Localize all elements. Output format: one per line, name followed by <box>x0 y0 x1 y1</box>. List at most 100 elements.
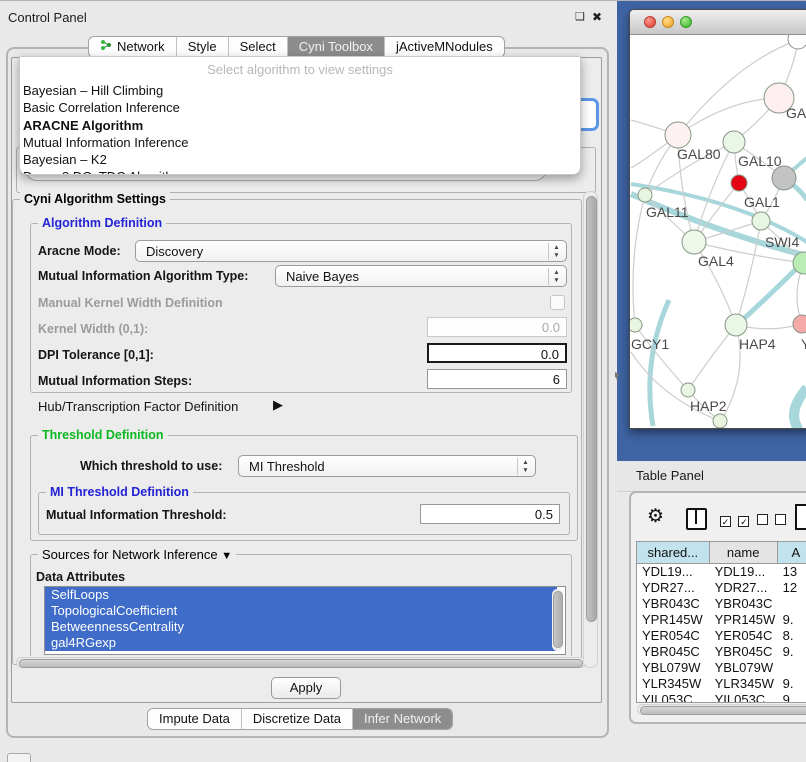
table-panel-title: Table Panel <box>636 468 704 483</box>
kernel-width-field[interactable]: 0.0 <box>427 317 567 337</box>
table-row[interactable]: YDL19...YDL19...13 <box>637 564 806 580</box>
mi-type-label: Mutual Information Algorithm Type: <box>38 269 248 283</box>
manual-kernel-checkbox[interactable] <box>550 295 565 310</box>
data-attribute-item[interactable]: BetweennessCentrality <box>45 619 557 635</box>
tab-jactivemnodules[interactable]: jActiveMNodules <box>385 37 504 57</box>
network-node[interactable] <box>772 166 796 190</box>
network-node-gal4[interactable] <box>682 230 706 254</box>
close-traffic-light-icon[interactable] <box>644 16 656 28</box>
algorithm-definition-title: Algorithm Definition <box>38 216 166 230</box>
data-attributes-list[interactable]: SelfLoopsTopologicalCoefficientBetweenne… <box>44 586 566 655</box>
minimize-traffic-light-icon[interactable] <box>662 16 674 28</box>
threshold-group-title: Threshold Definition <box>38 428 168 442</box>
node-label: GCY1 <box>631 336 669 352</box>
tab-cyni-toolbox[interactable]: Cyni Toolbox <box>288 37 385 57</box>
network-node-y[interactable] <box>793 315 806 333</box>
network-icon <box>100 37 112 57</box>
aracne-mode-label: Aracne Mode: <box>38 244 121 258</box>
network-node-gal10[interactable] <box>723 131 745 153</box>
tab-style[interactable]: Style <box>177 37 229 57</box>
settings-h-scrollbar[interactable] <box>16 657 586 668</box>
cyni-settings-title: Cyni Algorithm Settings <box>20 192 170 206</box>
network-node-gal11[interactable] <box>638 188 652 202</box>
network-node-gal80[interactable] <box>665 122 691 148</box>
algorithm-option[interactable]: Bayesian – K2 <box>21 151 580 168</box>
aracne-mode-combo[interactable]: Discovery ▲▼ <box>135 240 567 262</box>
network-node[interactable] <box>731 175 747 191</box>
network-edge[interactable] <box>794 388 806 428</box>
gear-icon[interactable]: ⚙ <box>647 505 664 528</box>
table-row[interactable]: YBR045CYBR045C9. <box>637 644 806 660</box>
network-node-gal1[interactable] <box>752 212 770 230</box>
float-panel-icon[interactable]: ❑ <box>575 10 585 23</box>
table-row[interactable]: YDR27...YDR27...12 <box>637 580 806 596</box>
network-window-titlebar[interactable] <box>630 10 806 35</box>
columns-icon[interactable] <box>686 508 707 530</box>
table-row[interactable]: YBR043CYBR043C <box>637 596 806 612</box>
column-header-A[interactable]: A <box>778 542 806 564</box>
table-row[interactable]: YPR145WYPR145W9. <box>637 612 806 628</box>
file-icon[interactable] <box>795 504 806 530</box>
network-node-gcy1[interactable] <box>630 318 642 332</box>
column-header-shared...[interactable]: shared... <box>637 542 710 564</box>
algorithm-option[interactable]: Dream8 DC_TDC Algorithm <box>21 168 580 175</box>
network-edge[interactable] <box>650 300 669 426</box>
table-row[interactable]: YLR345WYLR345W9. <box>637 676 806 692</box>
network-graph[interactable]: GALGAL80GAL10GAL11GAL1SWI4GAL4GCY1HAP4YH… <box>630 35 806 428</box>
node-label: GAL80 <box>677 146 721 162</box>
mi-steps-label: Mutual Information Steps: <box>38 374 192 388</box>
network-edge[interactable] <box>739 263 802 323</box>
data-attribute-item[interactable]: SelfLoops <box>45 587 557 603</box>
network-node-hap4[interactable] <box>725 314 747 336</box>
data-attribute-item[interactable]: gal4RGexp <box>45 635 557 651</box>
hub-section-label[interactable]: Hub/Transcription Factor Definition <box>38 399 238 414</box>
node-label: HAP4 <box>739 336 776 352</box>
dropdown-items: Bayesian – Hill ClimbingBasic Correlatio… <box>20 82 580 175</box>
collapse-arrow-icon[interactable]: ▼ <box>221 550 232 562</box>
node-label: GAL <box>786 105 806 121</box>
algorithm-option[interactable]: Bayesian – Hill Climbing <box>21 82 580 99</box>
close-panel-icon[interactable]: ✖ <box>592 10 602 24</box>
network-edge[interactable] <box>635 325 688 390</box>
bottom-tab-discretize-data[interactable]: Discretize Data <box>242 709 353 729</box>
bottom-tab-impute-data[interactable]: Impute Data <box>148 709 242 729</box>
spinner-arrows-icon[interactable]: ▲▼ <box>548 268 564 285</box>
unchecked-boxes-icon[interactable] <box>757 512 786 530</box>
checked-boxes-icon[interactable]: ✓ ✓ <box>720 512 749 530</box>
mi-type-combo[interactable]: Naive Bayes ▲▼ <box>275 265 567 287</box>
algorithm-option[interactable]: Mutual Information Inference <box>21 134 580 151</box>
tab-network[interactable]: Network <box>89 37 177 57</box>
column-header-name[interactable]: name <box>710 542 778 564</box>
table-h-scrollbar[interactable] <box>637 704 806 715</box>
spinner-arrows-icon[interactable]: ▲▼ <box>548 243 564 260</box>
network-edge[interactable] <box>633 195 645 325</box>
network-node[interactable] <box>788 35 806 49</box>
table-row[interactable]: YER054CYER054C8. <box>637 628 806 644</box>
dpi-tolerance-field[interactable]: 0.0 <box>427 343 567 363</box>
algorithm-option[interactable]: Basic Correlation Inference <box>21 99 580 116</box>
data-attributes-label: Data Attributes <box>36 570 125 584</box>
apply-button[interactable]: Apply <box>271 677 341 699</box>
attributes-scrollbar[interactable] <box>552 589 563 651</box>
node-label: SWI4 <box>765 234 799 250</box>
bottom-left-partial-button[interactable] <box>7 753 31 762</box>
mi-steps-field[interactable]: 6 <box>427 369 567 389</box>
network-view-window: GALGAL80GAL10GAL11GAL1SWI4GAL4GCY1HAP4YH… <box>629 9 806 429</box>
table-panel-body: ⚙ ✓ ✓ shared...nameA YDL19...YDL19...13Y… <box>629 491 806 724</box>
zoom-traffic-light-icon[interactable] <box>680 16 692 28</box>
table-row[interactable]: YIL053CYIL053C9 <box>637 692 806 703</box>
network-node[interactable] <box>713 414 727 428</box>
data-attribute-item[interactable]: TopologicalCoefficient <box>45 603 557 619</box>
mi-threshold-field[interactable]: 0.5 <box>420 504 560 524</box>
which-threshold-combo[interactable]: MI Threshold ▲▼ <box>238 455 536 477</box>
network-edge[interactable] <box>688 325 736 390</box>
bottom-tab-infer-network[interactable]: Infer Network <box>353 709 452 729</box>
expand-arrow-icon[interactable]: ▶ <box>273 397 283 413</box>
sources-group-title[interactable]: Sources for Network Inference ▼ <box>38 547 236 562</box>
settings-v-scrollbar[interactable] <box>583 191 598 668</box>
spinner-arrows-icon[interactable]: ▲▼ <box>517 458 533 475</box>
algorithm-option[interactable]: ARACNE Algorithm <box>21 117 580 134</box>
tab-select[interactable]: Select <box>229 37 288 57</box>
table-row[interactable]: YBL079WYBL079W <box>637 660 806 676</box>
network-node-hap2[interactable] <box>681 383 695 397</box>
